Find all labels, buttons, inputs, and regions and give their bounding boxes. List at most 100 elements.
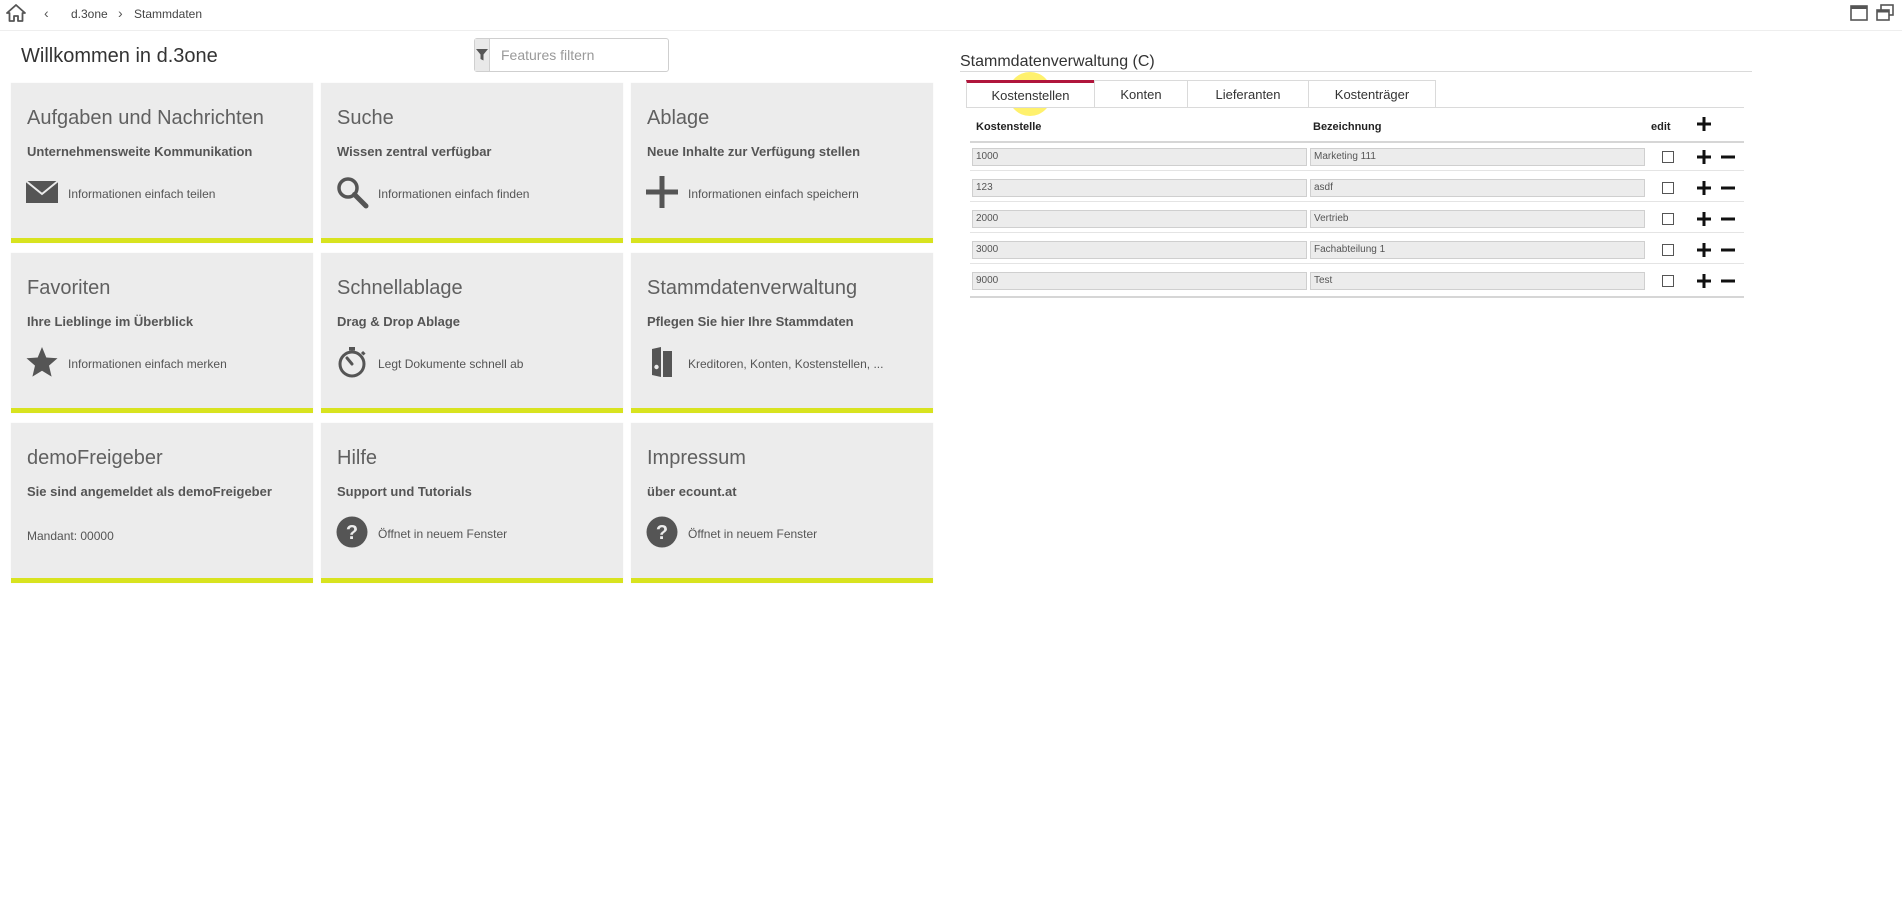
- tab-kostenstellen[interactable]: Kostenstellen: [966, 80, 1095, 108]
- tile-title: Favoriten: [27, 277, 111, 299]
- tile-title: Schnellablage: [337, 277, 463, 299]
- panel-title-divider: [960, 71, 1752, 72]
- top-bar: ‹ d.3one › Stammdaten: [0, 0, 1902, 31]
- tile-description: Öffnet in neuem Fenster: [378, 527, 508, 541]
- row-divider: [970, 170, 1744, 171]
- tile-subtitle: Drag & Drop Ablage: [337, 314, 461, 329]
- add-icon[interactable]: [1696, 149, 1712, 165]
- binder-icon: [645, 345, 679, 379]
- bezeichnung-field[interactable]: Fachabteilung 1: [1310, 241, 1645, 259]
- tab-divider: [966, 107, 1744, 108]
- tile-aufgaben[interactable]: Aufgaben und Nachrichten Unternehmenswei…: [11, 83, 313, 243]
- add-row-icon[interactable]: [1696, 116, 1712, 132]
- kostenstelle-field[interactable]: 3000: [972, 241, 1307, 259]
- tile-subtitle: Wissen zentral verfügbar: [337, 144, 492, 159]
- maximize-window-icon[interactable]: [1850, 4, 1868, 22]
- remove-icon[interactable]: [1720, 211, 1736, 227]
- tile-subtitle: über ecount.at: [647, 484, 737, 499]
- tile-title: Impressum: [647, 447, 746, 469]
- tile-title: demoFreigeber: [27, 447, 163, 469]
- table-row: 2000 Vertrieb: [970, 205, 1744, 233]
- table-bottom-border: [970, 296, 1744, 298]
- kostenstelle-field[interactable]: 123: [972, 179, 1307, 197]
- features-filter-input[interactable]: [490, 39, 682, 71]
- breadcrumb-stammdaten[interactable]: Stammdaten: [134, 7, 202, 21]
- svg-text:?: ?: [656, 522, 668, 544]
- help-icon: ?: [645, 515, 679, 549]
- row-divider: [970, 201, 1744, 202]
- tile-schnellablage[interactable]: Schnellablage Drag & Drop Ablage Legt Do…: [321, 253, 623, 413]
- tile-subtitle: Ihre Lieblinge im Überblick: [27, 314, 194, 329]
- feature-filter[interactable]: [474, 38, 682, 72]
- tile-subtitle: Unternehmensweite Kommunikation: [27, 144, 253, 159]
- help-icon: ?: [335, 515, 369, 549]
- tile-description: Informationen einfach merken: [68, 357, 227, 371]
- tile-description: Informationen einfach teilen: [68, 187, 216, 201]
- tile-subtitle: Neue Inhalte zur Verfügung stellen: [647, 144, 861, 159]
- tile-subtitle: Sie sind angemeldet als demoFreigeber: [27, 484, 272, 499]
- column-header-bezeichnung: Bezeichnung: [1313, 121, 1382, 133]
- tile-demofreigeber[interactable]: demoFreigeber Sie sind angemeldet als de…: [11, 423, 313, 583]
- tile-ablage[interactable]: Ablage Neue Inhalte zur Verfügung stelle…: [631, 83, 933, 243]
- tile-description: Kreditoren, Konten, Kostenstellen, ...: [688, 357, 884, 371]
- restore-window-icon[interactable]: [1876, 4, 1894, 22]
- panel-title: Stammdatenverwaltung (C): [960, 53, 1155, 70]
- breadcrumb-separator: ›: [118, 5, 123, 21]
- edit-checkbox[interactable]: [1662, 182, 1674, 194]
- envelope-icon: [25, 175, 59, 209]
- table-row: 3000 Fachabteilung 1: [970, 236, 1744, 264]
- mandant-label: Mandant: 00000: [27, 529, 114, 543]
- add-icon[interactable]: [1696, 211, 1712, 227]
- star-icon: [25, 345, 59, 379]
- edit-checkbox[interactable]: [1662, 244, 1674, 256]
- tile-title: Stammdatenverwaltung: [647, 277, 858, 299]
- tile-impressum[interactable]: Impressum über ecount.at ? Öffnet in neu…: [631, 423, 933, 583]
- tile-title: Aufgaben und Nachrichten: [27, 107, 264, 129]
- bezeichnung-field[interactable]: asdf: [1310, 179, 1645, 197]
- tile-stammdatenverwaltung[interactable]: Stammdatenverwaltung Pflegen Sie hier Ih…: [631, 253, 933, 413]
- tile-description: Informationen einfach finden: [378, 187, 530, 201]
- edit-checkbox[interactable]: [1662, 213, 1674, 225]
- page-title: Willkommen in d.3one: [21, 45, 218, 67]
- table-row: 9000 Test: [970, 267, 1744, 295]
- back-button[interactable]: ‹: [44, 5, 49, 21]
- edit-checkbox[interactable]: [1662, 151, 1674, 163]
- plus-icon: [645, 175, 679, 209]
- tile-title: Hilfe: [337, 447, 378, 469]
- tile-favoriten[interactable]: Favoriten Ihre Lieblinge im Überblick In…: [11, 253, 313, 413]
- add-icon[interactable]: [1696, 180, 1712, 196]
- tab-kostentraeger[interactable]: Kostenträger: [1308, 80, 1436, 108]
- remove-icon[interactable]: [1720, 273, 1736, 289]
- column-header-edit: edit: [1651, 121, 1671, 133]
- bezeichnung-field[interactable]: Test: [1310, 272, 1645, 290]
- search-icon: [335, 175, 369, 209]
- row-divider: [970, 263, 1744, 264]
- tile-description: Legt Dokumente schnell ab: [378, 357, 524, 371]
- column-header-kostenstelle: Kostenstelle: [976, 121, 1042, 133]
- remove-icon[interactable]: [1720, 180, 1736, 196]
- tab-lieferanten[interactable]: Lieferanten: [1187, 80, 1309, 108]
- add-icon[interactable]: [1696, 273, 1712, 289]
- home-icon[interactable]: [6, 4, 26, 22]
- add-icon[interactable]: [1696, 242, 1712, 258]
- tile-hilfe[interactable]: Hilfe Support und Tutorials ? Öffnet in …: [321, 423, 623, 583]
- tile-title: Suche: [337, 107, 394, 129]
- filter-icon[interactable]: [475, 39, 490, 71]
- tile-title: Ablage: [647, 107, 710, 129]
- tile-description: Öffnet in neuem Fenster: [688, 527, 818, 541]
- row-divider: [970, 232, 1744, 233]
- kostenstelle-field[interactable]: 2000: [972, 210, 1307, 228]
- stopwatch-icon: [335, 345, 369, 379]
- svg-text:?: ?: [346, 522, 358, 544]
- tab-konten[interactable]: Konten: [1094, 80, 1188, 108]
- tile-suche[interactable]: Suche Wissen zentral verfügbar Informati…: [321, 83, 623, 243]
- bezeichnung-field[interactable]: Vertrieb: [1310, 210, 1645, 228]
- kostenstelle-field[interactable]: 1000: [972, 148, 1307, 166]
- edit-checkbox[interactable]: [1662, 275, 1674, 287]
- bezeichnung-field[interactable]: Marketing 111: [1310, 148, 1645, 166]
- breadcrumb-d3one[interactable]: d.3one: [71, 7, 108, 21]
- remove-icon[interactable]: [1720, 242, 1736, 258]
- remove-icon[interactable]: [1720, 149, 1736, 165]
- kostenstelle-field[interactable]: 9000: [972, 272, 1307, 290]
- table-row: 123 asdf: [970, 174, 1744, 202]
